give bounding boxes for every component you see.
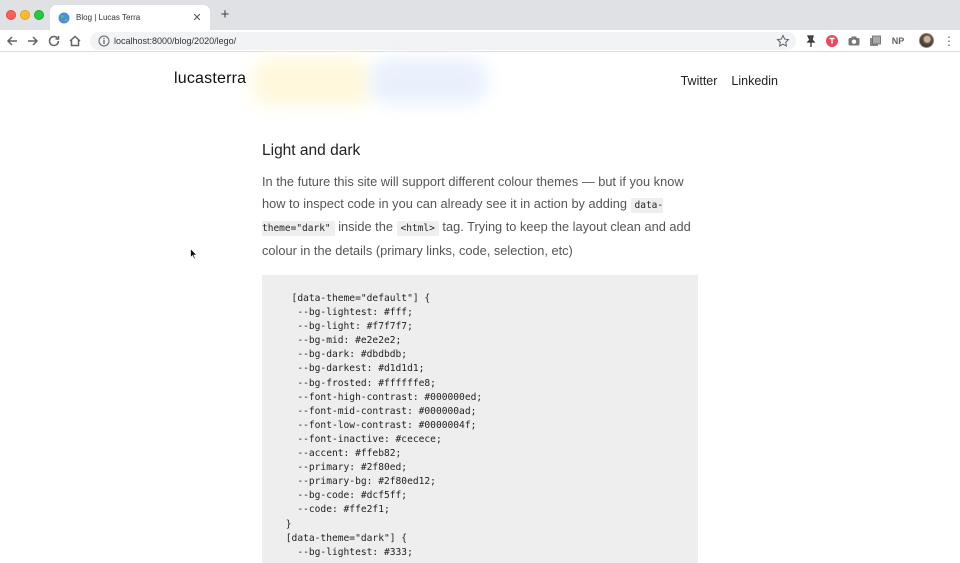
nav-link-linkedin[interactable]: Linkedin (731, 74, 778, 88)
code-line: --font-low-contrast: #0000004f; (280, 419, 477, 431)
avatar[interactable] (919, 33, 934, 48)
code-line: --font-high-contrast: #000000ed; (280, 391, 483, 403)
code-line: --bg-code: #dcf5ff; (280, 490, 408, 502)
menu-dots-icon[interactable]: ⋮ (943, 33, 955, 49)
maximize-window-button[interactable] (34, 10, 44, 20)
tab-close-icon[interactable]: ✕ (190, 11, 204, 25)
home-icon[interactable] (67, 33, 83, 49)
minimize-window-button[interactable] (20, 10, 30, 20)
reload-icon[interactable] (46, 33, 62, 49)
forward-arrow-icon[interactable] (25, 33, 41, 49)
code-line: --font-mid-contrast: #000000ad; (280, 405, 477, 417)
code-line: --accent: #ffeb82; (280, 448, 402, 460)
code-line: --bg-darkest: #d1d1d1; (280, 363, 425, 375)
code-line: --bg-frosted: #ffffffe8; (280, 377, 436, 389)
pin-extension-icon[interactable] (804, 34, 818, 48)
code-line: --bg-light: #f7f7f7; (280, 321, 413, 333)
address-bar[interactable]: localhost:8000/blog/2020/lego/ (90, 32, 796, 50)
nav-link-twitter[interactable]: Twitter (681, 74, 718, 88)
code-line: [data-theme="dark"] { (280, 532, 408, 544)
code-line: --code: #ffe2f1; (280, 504, 390, 516)
paragraph-text: inside the (334, 219, 397, 234)
tab-title: Blog | Lucas Terra (76, 13, 141, 22)
code-content: [data-theme="default"] { --bg-lightest: … (280, 292, 482, 560)
info-icon[interactable] (98, 35, 110, 47)
new-tab-button[interactable]: + (217, 6, 233, 24)
site-logo[interactable]: lucasterra (174, 70, 246, 88)
paragraph-text: In the future this site will support dif… (262, 174, 684, 211)
site-nav: Twitter Linkedin (681, 74, 778, 88)
close-window-button[interactable] (6, 10, 16, 20)
blurred-decoration (370, 58, 488, 104)
mouse-cursor-icon (190, 248, 198, 260)
star-icon[interactable] (776, 34, 790, 48)
code-line: --bg-dark: #dbdbdb; (280, 349, 408, 361)
browser-tab[interactable]: Blog | Lucas Terra ✕ (50, 5, 210, 30)
code-line: --font-inactive: #cecece; (280, 433, 442, 445)
article-paragraph: In the future this site will support dif… (262, 171, 698, 261)
inline-code: <html> (396, 221, 439, 236)
browser-tab-bar: Blog | Lucas Terra ✕ + (0, 0, 960, 30)
np-extension-icon[interactable]: NP (890, 34, 906, 48)
code-line: --primary: #2f80ed; (280, 462, 408, 474)
section-heading: Light and dark (262, 142, 361, 159)
globe-icon (58, 12, 70, 23)
browser-toolbar: localhost:8000/blog/2020/lego/ NP ⋮ (0, 30, 960, 52)
code-line: --bg-lightest: #333; (280, 546, 413, 558)
red-extension-icon[interactable] (825, 34, 839, 48)
camera-extension-icon[interactable] (847, 34, 861, 48)
url-text[interactable]: localhost:8000/blog/2020/lego/ (114, 32, 236, 50)
back-arrow-icon[interactable] (4, 33, 20, 49)
layers-extension-icon[interactable] (868, 34, 882, 48)
code-line: } (280, 518, 292, 530)
code-line: [data-theme="default"] { (280, 293, 431, 304)
code-line: --bg-lightest: #fff; (280, 307, 413, 319)
blurred-decoration (252, 58, 372, 106)
code-line: --bg-mid: #e2e2e2; (280, 335, 402, 347)
code-line: --primary-bg: #2f80ed12; (280, 476, 436, 488)
code-block: [data-theme="default"] { --bg-lightest: … (262, 275, 698, 563)
